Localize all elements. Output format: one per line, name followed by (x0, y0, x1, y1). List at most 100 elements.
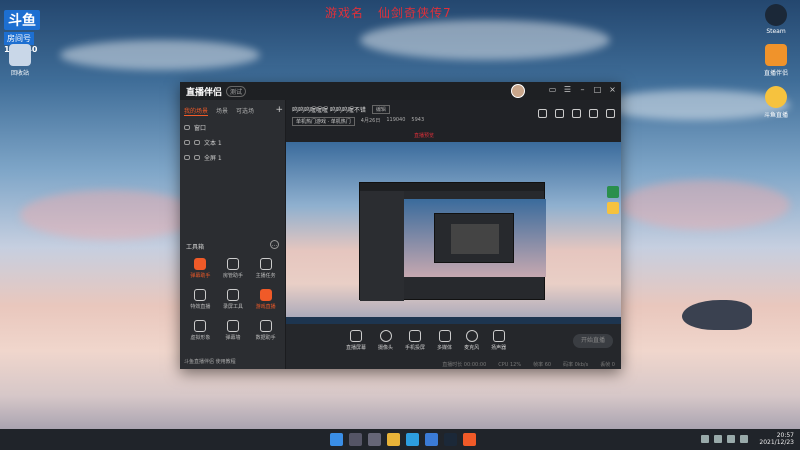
file-explorer-icon[interactable] (387, 433, 400, 446)
start-live-button[interactable]: 开始直播 (573, 334, 613, 348)
source-label: 窗口 (194, 125, 207, 132)
tool-label: 特效直播 (190, 304, 211, 310)
control-screen[interactable]: 直播屏幕 (346, 330, 366, 351)
search-icon[interactable] (349, 433, 362, 446)
brand-logo: 斗鱼 (4, 10, 40, 30)
tab-scenes[interactable]: 场景 (216, 106, 228, 116)
avatar-icon (194, 320, 207, 332)
tool-danmu-wall[interactable]: 弹幕墙 (217, 320, 250, 341)
tool-data[interactable]: 数据助手 (249, 320, 282, 341)
shop-icon[interactable] (572, 109, 581, 118)
preview-dock (605, 184, 621, 214)
control-label: 麦克风 (464, 345, 480, 351)
headline-game-label: 游戏名 (325, 6, 365, 20)
source-label: 全屏 1 (204, 155, 222, 162)
message-icon[interactable]: ▭ (548, 85, 557, 94)
tab-optional[interactable]: 可选场 (236, 106, 254, 116)
tool-label: 游戏直播 (255, 304, 276, 310)
share-icon[interactable] (606, 109, 615, 118)
room-category[interactable]: 单机热门游戏 · 单机热门 (292, 117, 355, 126)
control-speaker[interactable]: 扬声器 (491, 330, 506, 351)
desktop-icon-label: 斗鱼直播 (763, 112, 788, 119)
preview-label: 直播预览 (414, 133, 435, 139)
control-mic[interactable]: 麦克风 (464, 330, 479, 351)
start-icon[interactable] (330, 433, 343, 446)
room-time: 4月26日 (360, 118, 381, 124)
lock-icon[interactable] (555, 109, 564, 118)
system-tray (701, 435, 748, 443)
tool-label: 主播任务 (255, 273, 276, 279)
main-panel: 呜呜呜喔喔喔 呜呜呜喔不错 编辑 单机热门游戏 · 单机热门 4月26日 119… (286, 100, 621, 369)
sidebar-footer[interactable]: 斗鱼直播伴侣 使用教程 (184, 358, 236, 365)
room-meta: 单机热门游戏 · 单机热门 4月26日 119040 5943 (292, 117, 424, 126)
task-view-icon[interactable] (368, 433, 381, 446)
chevron-up-icon[interactable] (701, 435, 709, 443)
steam-icon (765, 4, 787, 26)
microphone-icon (465, 330, 478, 342)
control-label: 扬声器 (491, 345, 507, 351)
bell-icon[interactable] (589, 109, 598, 118)
store-icon[interactable] (425, 433, 438, 446)
network-icon[interactable] (714, 435, 722, 443)
minimize-icon[interactable]: – (578, 85, 587, 94)
app-name: 直播伴侣 (186, 87, 223, 98)
edit-title-button[interactable]: 编辑 (371, 105, 390, 114)
tool-label: 录屏工具 (222, 304, 243, 310)
dock-app-icon[interactable] (607, 186, 619, 198)
camera-icon (379, 330, 392, 342)
tool-game-live[interactable]: 游戏直播 (249, 289, 282, 310)
source-item[interactable]: 窗口 (180, 120, 285, 135)
volume-icon[interactable] (727, 435, 735, 443)
control-camera[interactable]: 摄像头 (378, 330, 393, 351)
status-item: 丢帧 0 (600, 362, 615, 368)
tool-avatar[interactable]: 虚拟形象 (184, 320, 217, 341)
whale-rock (682, 300, 752, 330)
toolbox-grid: 弹幕助手 房管助手 主播任务 特效直播 录屏工具 游戏直播 虚拟形象 弹幕墙 数… (184, 258, 282, 341)
tool-recorder[interactable]: 录屏工具 (217, 289, 250, 310)
room-heat: 5943 (411, 117, 425, 123)
desktop-icon-app[interactable]: 直播伴侣 (756, 44, 796, 77)
avatar[interactable] (511, 84, 525, 98)
tab-my-scenes[interactable]: 我的场景 (184, 106, 209, 116)
tool-label: 房管助手 (222, 273, 243, 279)
sidebar: 我的场景 场景 可选场 + 窗口 文本 1 全屏 1 工具箱 … 弹幕助手 房管… (180, 100, 286, 369)
source-item[interactable]: 全屏 1 (180, 150, 285, 165)
add-scene-button[interactable]: + (275, 105, 283, 115)
desktop-icon-douyu[interactable]: 斗鱼直播 (756, 86, 796, 119)
cloud (20, 190, 200, 240)
clock[interactable]: 20:57 2021/12/23 (759, 432, 794, 446)
desktop-icon-steam[interactable]: Steam (756, 4, 796, 35)
tool-label: 数据助手 (255, 335, 276, 341)
room-id: 119040 (386, 117, 406, 123)
steam-icon[interactable] (444, 433, 457, 446)
tool-tasks[interactable]: 主播任务 (249, 258, 282, 279)
screen-share-icon (350, 330, 362, 342)
room-title[interactable]: 呜呜呜喔喔喔 呜呜呜喔不错 (292, 105, 366, 114)
user-icon (226, 258, 239, 270)
edge-icon[interactable] (406, 433, 419, 446)
eye-icon[interactable] (184, 140, 190, 145)
cloud (620, 180, 790, 230)
desktop-icon-recycle-bin[interactable]: 回收站 (0, 44, 40, 77)
tool-room-admin[interactable]: 房管助手 (217, 258, 250, 279)
maximize-icon[interactable]: □ (593, 85, 602, 94)
tool-effects[interactable]: 特效直播 (184, 289, 217, 310)
title-bar[interactable]: 直播伴侣 测试 ▭ ☰ – □ × (180, 82, 621, 100)
gift-icon[interactable] (538, 109, 547, 118)
desktop-icon-label: 回收站 (10, 70, 29, 77)
eye-icon[interactable] (184, 155, 190, 160)
live-companion-icon[interactable] (463, 433, 476, 446)
more-icon[interactable]: … (270, 240, 279, 249)
control-media[interactable]: 多媒体 (437, 330, 452, 351)
dock-app-icon[interactable] (607, 202, 619, 214)
tool-danmu-assistant[interactable]: 弹幕助手 (184, 258, 217, 279)
battery-icon[interactable] (740, 435, 748, 443)
toolbar-icons (538, 109, 615, 118)
close-icon[interactable]: × (608, 85, 617, 94)
settings-icon[interactable]: ☰ (563, 85, 572, 94)
control-phone[interactable]: 手机投屏 (405, 330, 425, 351)
wall-icon (226, 320, 239, 332)
live-preview[interactable] (286, 142, 621, 324)
taskbar-apps (330, 433, 476, 446)
source-item[interactable]: 文本 1 (180, 135, 285, 150)
